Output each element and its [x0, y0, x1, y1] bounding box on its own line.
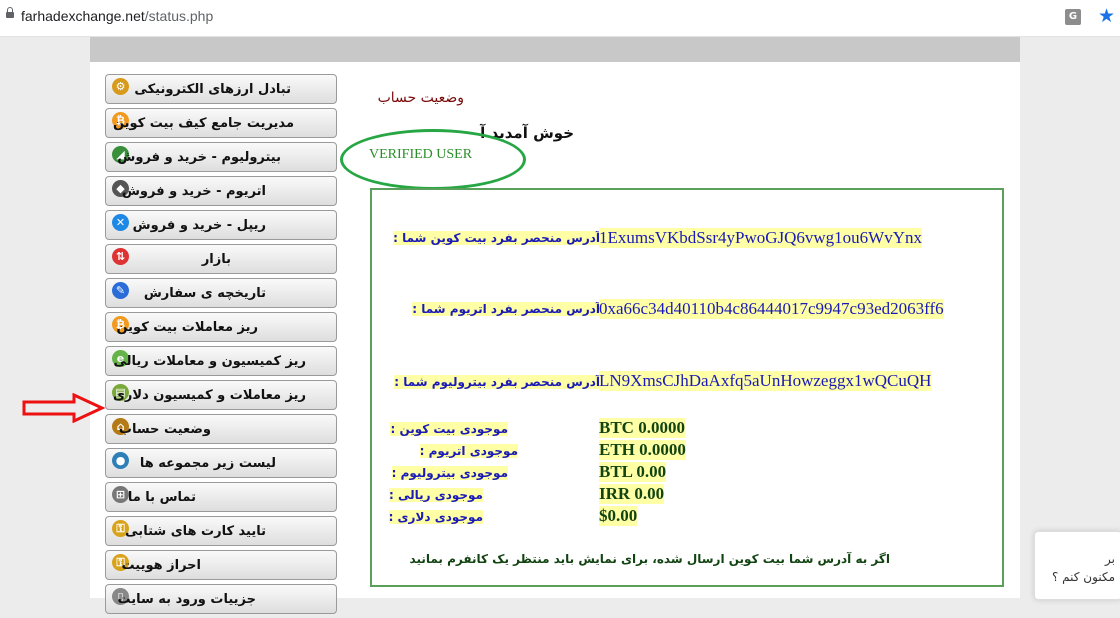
- lock-icon: [6, 7, 14, 18]
- eth-balance-label: موجودی اتریوم :: [419, 444, 518, 458]
- sidebar-item-5[interactable]: ✕ ریپل - خرید و فروش: [105, 210, 337, 240]
- red-arrow-annotation: [22, 393, 106, 423]
- confirmation-note: اگر به آدرس شما بیت کوین ارسال شده، برای…: [409, 552, 890, 566]
- btc-address[interactable]: 1ExumsVKbdSsr4yPwoGJQ6vwg1ou6WvYnx: [599, 228, 923, 248]
- url-host: farhadexchange.net: [21, 8, 145, 24]
- sidebar-item-6[interactable]: ⇅ بازار: [105, 244, 337, 274]
- sidebar-item-label: وضعیت حساب: [118, 422, 211, 437]
- browser-address-bar[interactable]: farhadexchange.net/status.php G ★: [0, 0, 1120, 37]
- usd-balance-label: موجودی دلاری :: [388, 510, 483, 524]
- chat-widget-line1: بر: [1105, 552, 1115, 566]
- sidebar-item-14[interactable]: ⚿ تایید کارت های شتابی: [105, 516, 337, 546]
- usd-balance-value: $0.00: [599, 506, 638, 526]
- sidebar-item-label: اتریوم - خرید و فروش: [121, 184, 266, 199]
- bookmark-star-icon[interactable]: ★: [1098, 5, 1115, 27]
- sidebar-item-8[interactable]: ₿ ریز معاملات بیت کوین: [105, 312, 337, 342]
- history-icon: ✎: [112, 282, 129, 299]
- eth-balance-value: ETH 0.0000: [599, 440, 686, 460]
- sidebar-item-label: ریز کمیسیون و معاملات ریالی: [113, 354, 306, 369]
- sidebar-item-label: احراز هوییت: [121, 558, 202, 573]
- ripple-icon: ✕: [112, 214, 129, 231]
- sidebar-item-label: ریپل - خرید و فروش: [132, 218, 266, 233]
- sidebar-item-12[interactable]: ● لیست زیر مجموعه ها: [105, 448, 337, 478]
- url-path: /status.php: [144, 8, 214, 24]
- header-band: [90, 37, 1020, 62]
- sidebar-item-9[interactable]: e ریز کمیسیون و معاملات ریالی: [105, 346, 337, 376]
- sidebar-menu: ⚙ تبادل ارزهای الکترونیکی ₿ مدیریت جامع کیف…: [105, 74, 337, 618]
- translate-icon[interactable]: G: [1065, 9, 1081, 25]
- sidebar-item-label: ریز معاملات بیت کوین: [116, 320, 258, 335]
- sidebar-item-15[interactable]: ⚿ احراز هوییت: [105, 550, 337, 580]
- sidebar-item-label: ریز معاملات و کمیسیون دلاری: [112, 388, 306, 403]
- sidebar-item-label: بیترولیوم - خرید و فروش: [117, 150, 281, 165]
- sidebar-item-3[interactable]: ◢ بیترولیوم - خرید و فروش: [105, 142, 337, 172]
- btc-balance-value: BTC 0.0000: [599, 418, 685, 438]
- sidebar-item-label: تاریخچه ی سفارش: [143, 286, 266, 301]
- sidebar-item-label: جزییات ورود به سایت: [117, 592, 256, 607]
- sidebar-item-label: تبادل ارزهای الکترونیکی: [134, 82, 291, 97]
- market-icon: ⇅: [112, 248, 129, 265]
- sidebar-item-16[interactable]: ▯ جزییات ورود به سایت: [105, 584, 337, 614]
- chat-widget[interactable]: بر مکنون کنم ؟: [1034, 531, 1120, 600]
- btl-balance-label: موجودی بیترولیوم :: [391, 466, 508, 480]
- btc-balance-label: موجودی بیت کوین :: [390, 422, 508, 436]
- irr-balance-value: IRR 0.00: [599, 484, 665, 504]
- sidebar-item-label: تماس با ما: [127, 490, 196, 505]
- btl-address[interactable]: LN9XmsCJhDaAxfq5aUnHowzeggx1wQCuQH: [599, 371, 932, 391]
- sidebar-item-13[interactable]: ⊞ تماس با ما: [105, 482, 337, 512]
- chat-widget-line2: مکنون کنم ؟: [1051, 570, 1115, 584]
- green-oval-annotation: [340, 129, 526, 190]
- sidebar-item-label: تایید کارت های شتابی: [125, 524, 266, 539]
- exchange-icon: ⚙: [112, 78, 129, 95]
- globe-icon: ●: [112, 452, 129, 469]
- sidebar-item-label: بازار: [201, 252, 231, 267]
- sidebar-item-10[interactable]: ▤ ریز معاملات و کمیسیون دلاری: [105, 380, 337, 410]
- url-text[interactable]: farhadexchange.net/status.php: [21, 8, 213, 24]
- eth-address[interactable]: 0xa66c34d40110b4c86444017c9947c93ed2063f…: [599, 299, 944, 319]
- sidebar-item-7[interactable]: ✎ تاریخچه ی سفارش: [105, 278, 337, 308]
- btc-address-label: آدرس منحصر بفرد بیت کوین شما :: [393, 231, 600, 245]
- page-title: وضعیت حساب: [377, 90, 464, 106]
- irr-balance-label: موجودی ریالی :: [388, 488, 483, 502]
- sidebar-item-label: لیست زیر مجموعه ها: [139, 456, 276, 471]
- sidebar-item-11[interactable]: ⌂ وضعیت حساب: [105, 414, 337, 444]
- sidebar-item-label: مدیریت جامع کیف بیت کوین: [112, 116, 294, 131]
- network-icon: ⊞: [112, 486, 129, 503]
- sidebar-item-1[interactable]: ⚙ تبادل ارزهای الکترونیکی: [105, 74, 337, 104]
- btl-address-label: آدرس منحصر بفرد بیترولیوم شما :: [394, 375, 600, 389]
- eth-address-label: آدرس منحصر بفرد اتریوم شما :: [412, 302, 600, 316]
- btl-balance-value: BTL 0.00: [599, 462, 667, 482]
- sidebar-item-2[interactable]: ₿ مدیریت جامع کیف بیت کوین: [105, 108, 337, 138]
- sidebar-item-4[interactable]: ◆ اتریوم - خرید و فروش: [105, 176, 337, 206]
